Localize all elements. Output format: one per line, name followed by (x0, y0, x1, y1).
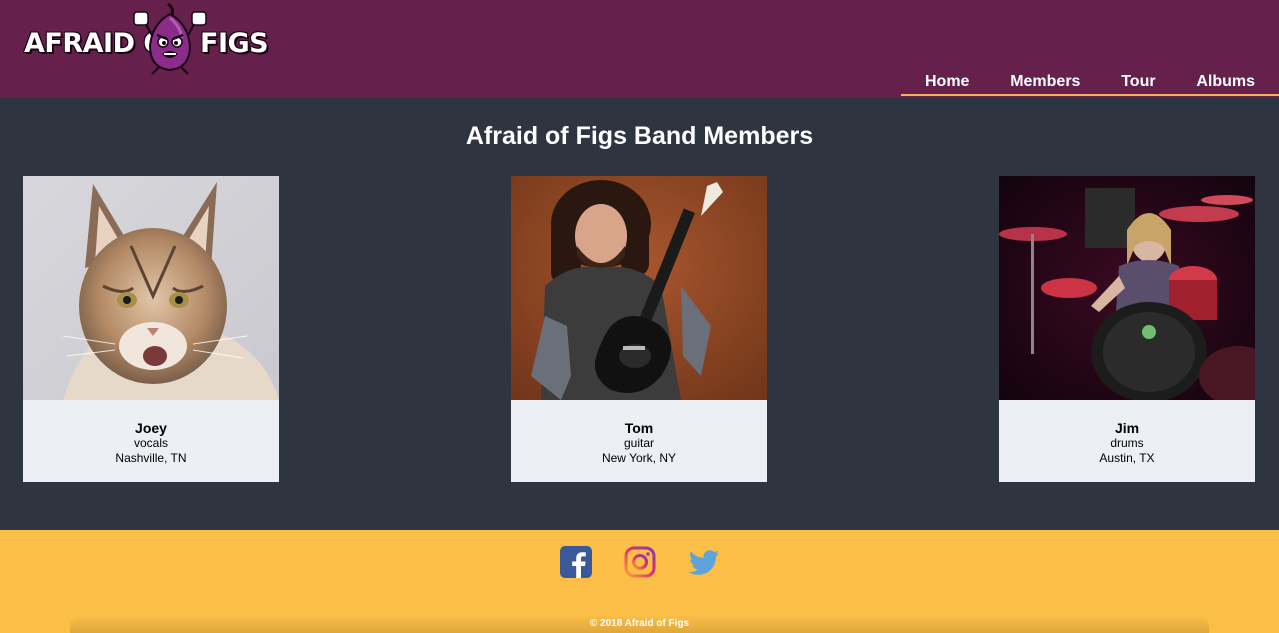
member-role: drums (1110, 436, 1144, 450)
member-card-joey: Joey vocals Nashville, TN (23, 176, 279, 482)
nav-home[interactable]: Home (925, 72, 969, 94)
instagram-link[interactable] (624, 546, 656, 578)
logo-text-right: FIGS (200, 28, 269, 59)
main-nav: Home Members Tour Albums (901, 72, 1279, 96)
facebook-link[interactable] (559, 546, 592, 578)
social-links (0, 546, 1279, 578)
member-city: Austin, TX (1099, 451, 1155, 465)
members-section: Afraid of Figs Band Members Joey vocals … (0, 98, 1279, 530)
member-card-jim: Jim drums Austin, TX (999, 176, 1255, 482)
member-info: Tom guitar New York, NY (511, 400, 767, 466)
nav-albums[interactable]: Albums (1196, 72, 1255, 94)
member-role: vocals (133, 436, 168, 450)
facebook-icon (559, 546, 592, 578)
member-name: Tom (624, 420, 654, 436)
nav-tour[interactable]: Tour (1121, 72, 1155, 94)
member-name: Jim (1114, 420, 1140, 436)
twitter-icon (688, 550, 719, 575)
member-photo-joey (23, 176, 279, 400)
member-photo-tom (511, 176, 767, 400)
page-title: Afraid of Figs Band Members (465, 122, 814, 150)
copyright-text: © 2018 Afraid of Figs (589, 618, 690, 629)
member-city: New York, NY (601, 451, 677, 465)
member-role: guitar (623, 436, 655, 450)
member-city: Nashville, TN (115, 451, 187, 465)
member-card-tom: Tom guitar New York, NY (511, 176, 767, 482)
site-footer: © 2018 Afraid of Figs (0, 530, 1279, 633)
fig-mascot-icon (133, 2, 207, 75)
twitter-link[interactable] (688, 546, 720, 578)
member-info: Joey vocals Nashville, TN (23, 400, 279, 466)
member-name: Joey (135, 420, 167, 436)
instagram-icon (624, 546, 655, 578)
nav-members[interactable]: Members (1010, 72, 1080, 94)
member-photo-jim (999, 176, 1255, 400)
band-logo[interactable]: AFRAID OF FIGS (22, 0, 272, 80)
member-info: Jim drums Austin, TX (999, 400, 1255, 466)
site-header: AFRAID OF FIGS Home Members Tour Albums (0, 0, 1279, 98)
